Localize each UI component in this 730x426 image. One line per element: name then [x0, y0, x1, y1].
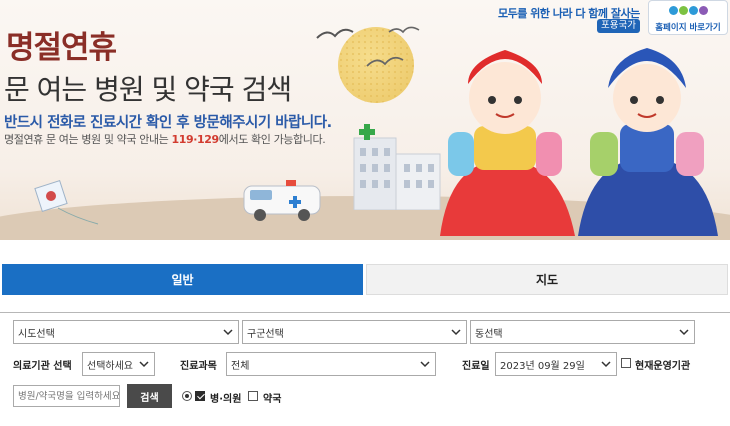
- homepage-link-button[interactable]: 홈페이지 바로가기: [648, 0, 728, 35]
- chevron-down-icon: [679, 329, 689, 336]
- date-value: 2023년 09월 29일: [500, 360, 585, 372]
- kite-illustration: [34, 179, 99, 225]
- operating-now-checkbox[interactable]: [621, 358, 631, 368]
- boy-hanbok-illustration: [578, 48, 718, 236]
- inclusive-nation-badge: 포용국가: [597, 19, 640, 33]
- homepage-link-label: 홈페이지 바로가기: [655, 23, 721, 33]
- banner-subtitle: 문 여는 병원 및 약국 검색: [4, 73, 292, 106]
- ministry-logo-icon: [649, 3, 727, 19]
- pharmacy-checkbox-label: 약국: [263, 394, 282, 405]
- date-label: 진료일: [462, 361, 490, 372]
- type-radio-button[interactable]: [182, 391, 192, 401]
- hero-banner: 명절연휴 문 여는 병원 및 약국 검색 반드시 전화로 진료시간 확인 후 방…: [0, 0, 730, 240]
- tab-map[interactable]: 지도: [366, 264, 728, 295]
- crane-birds-illustration: [316, 26, 420, 67]
- banner-title: 명절연휴: [6, 30, 117, 66]
- institution-type-label: 의료기관 선택: [13, 361, 72, 372]
- ambulance-illustration: [243, 180, 321, 221]
- search-button[interactable]: 검색: [127, 384, 172, 408]
- hotline-info: 명절연휴 문 여는 병원 및 약국 안내는 119·129에서도 확인 가능합니…: [4, 131, 326, 147]
- department-value: 전체: [231, 360, 250, 372]
- department-label: 진료과목: [180, 361, 217, 372]
- hospital-checkbox[interactable]: [195, 391, 205, 401]
- sido-select[interactable]: 시도선택: [13, 320, 239, 344]
- operating-now-label: 현재운영기관: [635, 361, 691, 372]
- hotline-numbers: 119·129: [171, 133, 219, 146]
- chevron-down-icon: [601, 361, 611, 368]
- dong-select-value: 동선택: [475, 328, 503, 340]
- date-select[interactable]: 2023년 09월 29일: [495, 352, 617, 376]
- hotline-info-prefix: 명절연휴 문 여는 병원 및 약국 안내는: [4, 133, 172, 146]
- institution-type-value: 선택하세요: [87, 360, 133, 372]
- name-search-input[interactable]: [13, 385, 120, 407]
- gugun-select-value: 구군선택: [247, 328, 284, 340]
- chevron-down-icon: [139, 361, 149, 368]
- sido-select-value: 시도선택: [18, 328, 55, 340]
- girl-hanbok-illustration: [440, 50, 575, 236]
- chevron-down-icon: [223, 329, 233, 336]
- pharmacy-checkbox[interactable]: [248, 391, 258, 401]
- gugun-select[interactable]: 구군선택: [242, 320, 467, 344]
- dong-select[interactable]: 동선택: [470, 320, 695, 344]
- call-notice: 반드시 전화로 진료시간 확인 후 방문해주시기 바랍니다.: [4, 115, 332, 131]
- institution-type-select[interactable]: 선택하세요: [82, 352, 155, 376]
- hospital-checkbox-label: 병·의원: [210, 394, 242, 405]
- department-select[interactable]: 전체: [226, 352, 436, 376]
- chevron-down-icon: [420, 361, 430, 368]
- chevron-down-icon: [451, 329, 461, 336]
- hotline-info-suffix: 에서도 확인 가능합니다.: [218, 133, 326, 146]
- tab-general[interactable]: 일반: [2, 264, 363, 295]
